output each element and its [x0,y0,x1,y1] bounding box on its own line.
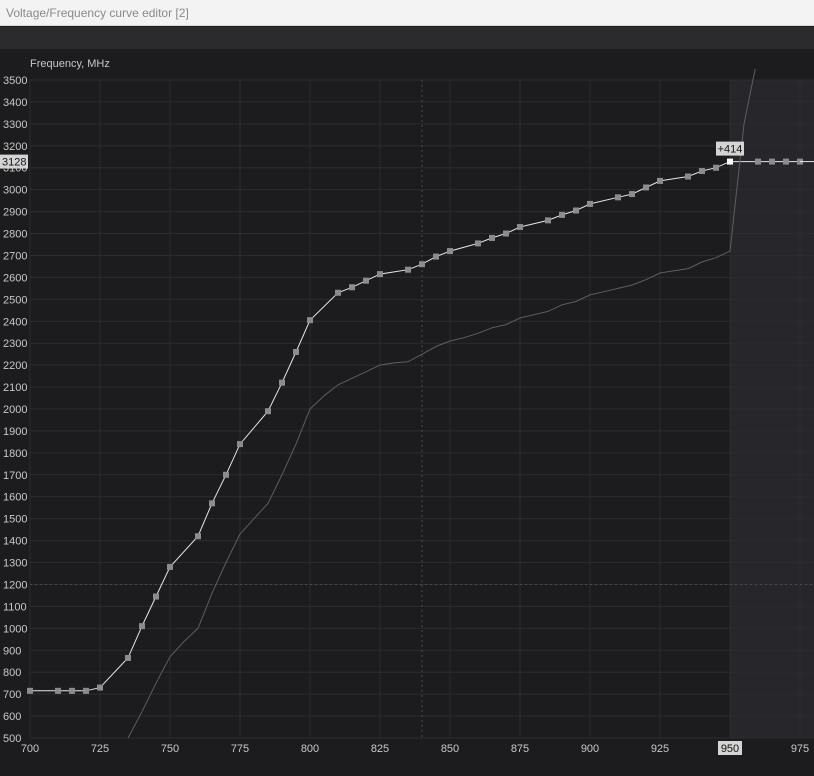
y-axis-label: Frequency, MHz [30,58,110,70]
y-tick-label: 3500 [3,75,27,87]
y-tick-label: 3000 [3,185,27,197]
y-tick-label: 2100 [3,382,27,394]
x-tick-label: 750 [161,743,179,755]
y-tick-label: 3300 [3,119,27,131]
y-tick-label: 700 [3,689,21,701]
vf-curve-chart[interactable]: 500 600 700 800 900 1000 1100 1200 1300 1400 1500 1… [0,49,814,776]
curve-point[interactable] [447,248,453,255]
curve-point[interactable] [559,211,565,218]
y-tick-label: 2500 [3,294,27,306]
curve-point[interactable] [307,317,313,324]
curve-point[interactable] [69,687,75,694]
curve-point[interactable] [475,240,481,247]
curve-point[interactable] [405,266,411,273]
curve-point[interactable] [517,223,523,230]
curve-point[interactable] [545,217,551,224]
curve-point[interactable] [55,687,61,694]
y-tick-label: 2200 [3,360,27,372]
curve-point[interactable] [27,687,33,694]
y-tick-label: 3200 [3,141,27,153]
curve-point[interactable] [573,207,579,214]
y-tick-label: 1100 [3,601,27,613]
y-tick-label: 1600 [3,492,27,504]
y-tick-label: 2700 [3,250,27,262]
curve-point[interactable] [237,441,243,448]
curve-point[interactable] [377,271,383,278]
curve-point[interactable] [419,261,425,268]
curve-point[interactable] [615,194,621,201]
y-tick-label: 2900 [3,207,27,219]
y-tick-label: 1500 [3,514,27,526]
curve-point[interactable] [769,158,775,165]
x-tick-labels: 700 725 750 775 800 825 850 875 900 925 950 975 [21,743,809,755]
y-tick-labels: 500 600 700 800 900 1000 1100 1200 1300 1400 1500 1… [3,75,27,745]
y-tick-label: 1900 [3,426,27,438]
y-tick-label: 1400 [3,536,27,548]
y-tick-label: 900 [3,645,21,657]
curve-point[interactable] [489,234,495,241]
curve-point[interactable] [335,289,341,296]
y-tick-label: 1300 [3,558,27,570]
curve-point[interactable] [433,253,439,260]
x-tick-label: 975 [791,743,809,755]
x-highlight-label: 950 [721,743,739,755]
y-highlight-label: 3128 [2,157,26,169]
y-tick-label: 2000 [3,404,27,416]
x-tick-label: 875 [511,743,529,755]
curve-point[interactable] [153,593,159,600]
x-tick-label: 925 [651,743,669,755]
curve-point[interactable] [587,200,593,207]
offset-label: +414 [718,144,743,156]
curve-point[interactable] [699,168,705,175]
curve-point[interactable] [125,654,131,661]
x-tick-label: 725 [91,743,109,755]
x-tick-label: 800 [301,743,319,755]
curve-point[interactable] [713,164,719,171]
y-tick-label: 2300 [3,338,27,350]
curve-point[interactable] [503,230,509,237]
curve-point[interactable] [83,687,89,694]
curve-point[interactable] [223,471,229,478]
curve-point[interactable] [209,500,215,507]
toolbar [0,27,814,49]
curve-point[interactable] [363,277,369,284]
y-tick-label: 3400 [3,97,27,109]
y-tick-label: 1700 [3,470,27,482]
y-tick-label: 1800 [3,448,27,460]
vf-curve-svg[interactable]: 500 600 700 800 900 1000 1100 1200 1300 1400 1500 1… [0,49,814,776]
curve-point[interactable] [167,563,173,570]
y-tick-label: 2400 [3,316,27,328]
window-title-bar: Voltage/Frequency curve editor [2] [0,0,814,26]
curve-point[interactable] [629,191,635,198]
curve-point[interactable] [195,533,201,540]
y-tick-label: 600 [3,711,21,723]
curve-point[interactable] [349,284,355,291]
window-title: Voltage/Frequency curve editor [2] [6,6,189,20]
x-tick-label: 700 [21,743,39,755]
selected-curve-point[interactable] [727,158,733,165]
y-tick-label: 2600 [3,272,27,284]
curve-point[interactable] [139,623,145,630]
curve-point[interactable] [783,158,789,165]
x-tick-label: 900 [581,743,599,755]
curve-point[interactable] [657,177,663,184]
curve-point[interactable] [293,348,299,355]
y-tick-label: 2800 [3,229,27,241]
y-tick-label: 800 [3,667,21,679]
y-tick-label: 500 [3,733,21,745]
x-tick-label: 775 [231,743,249,755]
curve-point[interactable] [643,184,649,191]
y-tick-label: 1000 [3,623,27,635]
curve-point[interactable] [685,173,691,180]
curve-point[interactable] [97,684,103,691]
x-tick-label: 850 [441,743,459,755]
curve-point[interactable] [265,408,271,415]
curve-point[interactable] [279,379,285,386]
curve-point[interactable] [755,158,761,165]
y-tick-label: 1200 [3,579,27,591]
x-tick-label: 825 [371,743,389,755]
